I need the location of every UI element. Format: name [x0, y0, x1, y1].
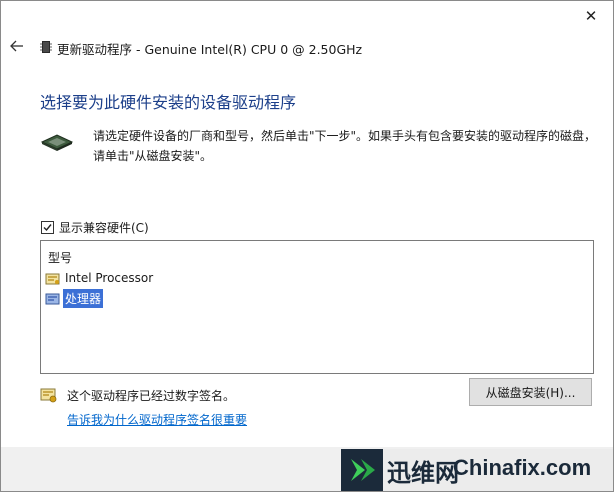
why-signing-matters-link[interactable]: 告诉我为什么驱动程序签名很重要 [67, 411, 247, 428]
processor-chip-icon [40, 134, 74, 151]
watermark-logo-icon [341, 449, 383, 491]
checkbox-label: 显示兼容硬件(C) [59, 221, 149, 235]
device-chip-icon [40, 41, 52, 53]
watermark: 迅维网 Chinafix.com [341, 449, 613, 491]
close-icon: ✕ [584, 7, 598, 25]
description-line-1: 请选定硬件设备的厂商和型号，然后单击"下一步"。如果手头有包含要安装的驱动程序的… [93, 129, 597, 143]
watermark-en-text: Chinafix.com [453, 455, 592, 480]
show-compatible-hardware-checkbox[interactable]: 显示兼容硬件(C) [41, 219, 149, 236]
checkbox-box[interactable] [41, 221, 54, 234]
model-listbox[interactable]: 型号 Intel Processor 处理器 [40, 240, 594, 374]
back-arrow-icon [10, 40, 23, 52]
page-heading: 选择要为此硬件安装的设备驱动程序 [40, 93, 297, 112]
signed-driver-icon [40, 388, 57, 403]
signature-status-text: 这个驱动程序已经过数字签名。 [67, 389, 236, 403]
have-disk-button[interactable]: 从磁盘安装(H)... [469, 378, 592, 406]
watermark-cn-text: 迅维网 [387, 459, 459, 487]
driver-icon [45, 291, 61, 305]
close-button[interactable]: ✕ [569, 1, 613, 31]
list-item-intel-processor[interactable]: Intel Processor [45, 269, 155, 287]
checkmark-icon [43, 224, 52, 232]
description-line-2: 请单击"从磁盘安装"。 [93, 149, 213, 163]
list-item-processor[interactable]: 处理器 [45, 288, 104, 308]
list-item-label: Intel Processor [65, 271, 154, 285]
driver-icon [45, 271, 61, 285]
update-driver-dialog: ✕ 更新驱动程序 - Genuine Intel(R) CPU 0 @ 2.50… [0, 0, 614, 492]
back-button[interactable] [8, 37, 26, 55]
window-title: 更新驱动程序 - Genuine Intel(R) CPU 0 @ 2.50GH… [57, 42, 363, 57]
list-item-label: 处理器 [63, 288, 104, 308]
list-column-header: 型号 [48, 251, 73, 265]
